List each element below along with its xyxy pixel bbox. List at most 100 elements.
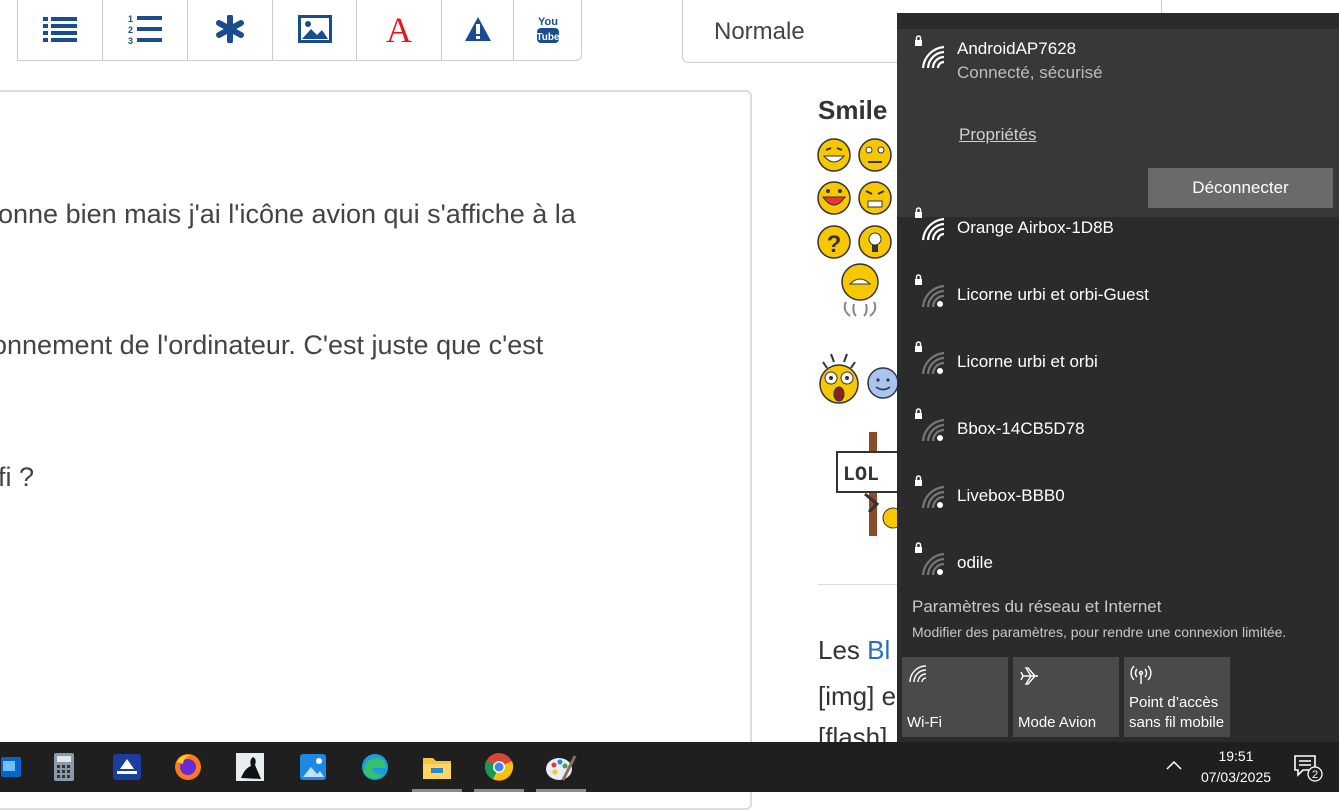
calculator-icon [54, 753, 74, 781]
airplane-mode-tile[interactable]: Mode Avion [1013, 657, 1119, 737]
image-icon [297, 15, 332, 43]
taskbar-file-explorer[interactable] [412, 742, 462, 792]
smileys-title: Smile [818, 95, 888, 125]
blue-smiley-icon[interactable] [866, 366, 900, 400]
scared-smiley-icon[interactable] [838, 262, 882, 320]
hotspot-icon [1130, 665, 1152, 684]
clock-time: 19:51 [1218, 748, 1254, 764]
svg-text:Tube: Tube [536, 32, 560, 43]
network-settings-subtitle: Modifier des paramètres, pour rendre une… [912, 624, 1287, 640]
taskbar: 19:51 07/03/2025 2 [0, 742, 1339, 792]
secured-wifi-full-icon [915, 207, 945, 241]
svg-text:You: You [538, 16, 558, 28]
bbcode-help-line: Les Bl [818, 635, 890, 666]
secured-wifi-weak-icon [915, 408, 945, 442]
taskbar-clock[interactable]: 19:51 07/03/2025 [1190, 746, 1282, 788]
airplane-tile-label: Mode Avion [1018, 714, 1097, 731]
network-name: Orange Airbox-1D8B [957, 218, 1114, 237]
paint-icon [546, 755, 577, 781]
help-prefix: Les [818, 635, 868, 665]
taskbar-calculator[interactable] [39, 742, 89, 792]
network-settings-link[interactable]: Paramètres du réseau et Internet [912, 597, 1161, 617]
taskbar-photos[interactable] [288, 742, 338, 792]
numbered-list-button[interactable]: 123 [102, 0, 188, 61]
shocked-smiley-icon[interactable] [817, 352, 861, 408]
kindle-icon [236, 753, 264, 781]
network-item[interactable]: Licorne urbi et orbi-Guest [897, 268, 1339, 335]
network-flyout: AndroidAP7628 Connecté, sécurisé Proprié… [897, 13, 1339, 743]
network-name: odile [957, 553, 993, 572]
network-item[interactable]: Bbox-14CB5D78 [897, 402, 1339, 469]
warning-button[interactable] [441, 0, 514, 61]
mobile-hotspot-tile[interactable]: Point d’accès sans fil mobile [1124, 657, 1230, 737]
secured-wifi-weak-icon [915, 475, 945, 509]
lol-sign-smiley-icon[interactable]: LOL [835, 432, 901, 536]
network-item[interactable]: Licorne urbi et orbi [897, 335, 1339, 402]
taskbar-chrome[interactable] [474, 742, 524, 792]
taskbar-kindle[interactable] [225, 742, 275, 792]
bullet-list-icon [43, 17, 77, 42]
asterisk-icon [216, 15, 244, 43]
scanner-icon [113, 754, 141, 780]
asterisk-button[interactable] [187, 0, 273, 61]
network-name: Licorne urbi et orbi [957, 352, 1098, 371]
bullet-list-button[interactable] [17, 0, 103, 61]
network-name: Licorne urbi et orbi-Guest [957, 285, 1149, 304]
taskbar-scanner[interactable] [102, 742, 152, 792]
svg-text:3: 3 [128, 36, 133, 45]
youtube-button[interactable]: You Tube [513, 0, 582, 61]
warning-icon [464, 17, 491, 41]
wifi-icon [909, 665, 927, 683]
big-grin-smiley-icon[interactable] [817, 181, 851, 215]
secured-wifi-weak-icon [915, 274, 945, 308]
svg-text:?: ? [827, 231, 842, 258]
secured-wifi-weak-icon [915, 542, 945, 576]
notification-count: 2 [1312, 769, 1318, 781]
taskbar-paint[interactable] [536, 742, 586, 792]
svg-text:A: A [386, 13, 412, 45]
bbcode-link[interactable]: Bl [867, 635, 890, 665]
idea-smiley-icon[interactable] [858, 224, 892, 260]
eye-roll-smiley-icon[interactable] [858, 138, 892, 172]
font-size-value: Normale [714, 18, 805, 45]
laughing-smiley-icon[interactable] [817, 138, 851, 172]
network-item[interactable]: odile [897, 536, 1339, 603]
network-item[interactable]: Livebox-BBB0 [897, 469, 1339, 536]
font-color-icon: A [386, 13, 412, 45]
connected-network-name: AndroidAP7628 [957, 39, 1077, 58]
taskbar-edge[interactable] [350, 742, 400, 792]
font-color-button[interactable]: A [356, 0, 442, 61]
editor-text-line: ifi ? [0, 462, 35, 492]
firefox-icon [175, 754, 201, 780]
question-smiley-icon[interactable]: ? [817, 224, 851, 260]
outlook-icon [1, 757, 21, 777]
hotspot-tile-label: Point d’accès sans fil mobile [1129, 694, 1225, 731]
notification-center-icon[interactable]: 2 [1293, 754, 1323, 782]
angry-smiley-icon[interactable] [858, 181, 892, 215]
network-name: Bbox-14CB5D78 [957, 419, 1085, 438]
network-item[interactable]: Orange Airbox-1D8B [897, 201, 1339, 268]
connected-network[interactable]: AndroidAP7628 Connecté, sécurisé Proprié… [897, 29, 1339, 217]
edge-icon [362, 754, 388, 780]
svg-text:1: 1 [128, 14, 133, 24]
network-name: Livebox-BBB0 [957, 486, 1065, 505]
show-hidden-icons-chevron-icon[interactable] [1164, 756, 1184, 776]
taskbar-firefox[interactable] [163, 742, 213, 792]
svg-text:2: 2 [128, 25, 133, 35]
wifi-tile-label: Wi-Fi [907, 714, 942, 731]
photos-icon [300, 754, 326, 780]
sidebar-divider [818, 584, 908, 585]
editor-text-line: ionne bien mais j'ai l'icône avion qui s… [0, 199, 576, 229]
help-img-line: [img] e [818, 681, 897, 711]
wifi-toggle-tile[interactable]: Wi-Fi [902, 657, 1008, 737]
chrome-icon [484, 753, 514, 781]
properties-link[interactable]: Propriétés [959, 125, 1036, 145]
youtube-icon: You Tube [536, 16, 560, 43]
connected-network-status: Connecté, sécurisé [957, 63, 1103, 82]
secured-wifi-full-icon [915, 35, 945, 69]
editor-text-line: onnement de l'ordinateur. C'est juste qu… [0, 330, 544, 360]
taskbar-outlook[interactable] [0, 742, 33, 792]
clock-date: 07/03/2025 [1200, 769, 1272, 785]
message-editor[interactable]: ionne bien mais j'ai l'icône avion qui s… [0, 90, 752, 810]
insert-image-button[interactable] [272, 0, 357, 61]
